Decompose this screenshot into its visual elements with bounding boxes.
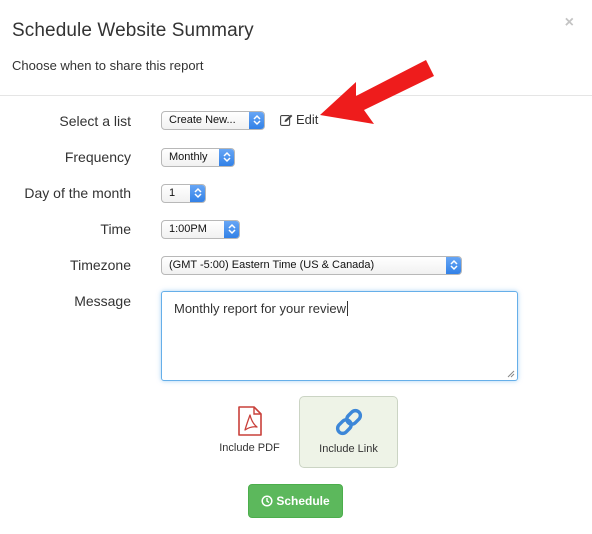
time-select[interactable]: 1:00PM xyxy=(161,220,240,239)
timezone-select[interactable]: (GMT -5:00) Eastern Time (US & Canada) xyxy=(161,256,462,275)
include-link-label: Include Link xyxy=(319,443,378,455)
schedule-button-label: Schedule xyxy=(276,494,330,508)
time-label: Time xyxy=(100,221,131,237)
close-icon[interactable]: × xyxy=(565,14,574,32)
message-text: Monthly report for your review xyxy=(174,301,346,316)
select-arrows-icon xyxy=(190,185,205,202)
dialog-title: Schedule Website Summary xyxy=(12,20,254,41)
message-label: Message xyxy=(74,293,131,309)
dialog-subtitle: Choose when to share this report xyxy=(12,58,204,73)
edit-list-link[interactable]: Edit xyxy=(280,112,318,127)
day-select-value: 1 xyxy=(169,187,176,199)
schedule-button[interactable]: Schedule xyxy=(248,484,343,518)
day-select[interactable]: 1 xyxy=(161,184,206,203)
frequency-select[interactable]: Monthly xyxy=(161,148,235,167)
text-cursor xyxy=(346,301,348,316)
time-select-value: 1:00PM xyxy=(169,223,207,235)
include-link-option[interactable]: Include Link xyxy=(299,396,398,468)
day-label: Day of the month xyxy=(24,185,131,201)
timezone-select-value: (GMT -5:00) Eastern Time (US & Canada) xyxy=(169,259,375,271)
edit-label: Edit xyxy=(296,112,319,127)
frequency-select-value: Monthly xyxy=(169,151,208,163)
annotation-arrow-icon xyxy=(320,60,434,124)
select-arrows-icon xyxy=(219,149,234,166)
select-arrows-icon xyxy=(224,221,239,238)
select-arrows-icon xyxy=(249,112,264,129)
timezone-label: Timezone xyxy=(70,257,131,273)
list-select[interactable]: Create New... xyxy=(161,111,265,130)
edit-icon xyxy=(280,114,293,126)
message-textarea[interactable]: Monthly report for your review xyxy=(161,291,518,381)
dialog-header: Schedule Website Summary Choose when to … xyxy=(0,0,592,96)
list-select-value: Create New... xyxy=(169,114,236,126)
clock-icon xyxy=(261,495,273,507)
list-label: Select a list xyxy=(59,113,131,129)
include-pdf-label: Include PDF xyxy=(219,442,280,454)
schedule-dialog: Schedule Website Summary Choose when to … xyxy=(0,0,592,534)
resize-handle-icon[interactable] xyxy=(507,370,515,378)
select-arrows-icon xyxy=(446,257,461,274)
chain-link-icon xyxy=(335,408,362,436)
include-pdf-option[interactable]: Include PDF xyxy=(200,396,299,468)
pdf-file-icon xyxy=(237,406,262,436)
frequency-label: Frequency xyxy=(64,149,131,165)
